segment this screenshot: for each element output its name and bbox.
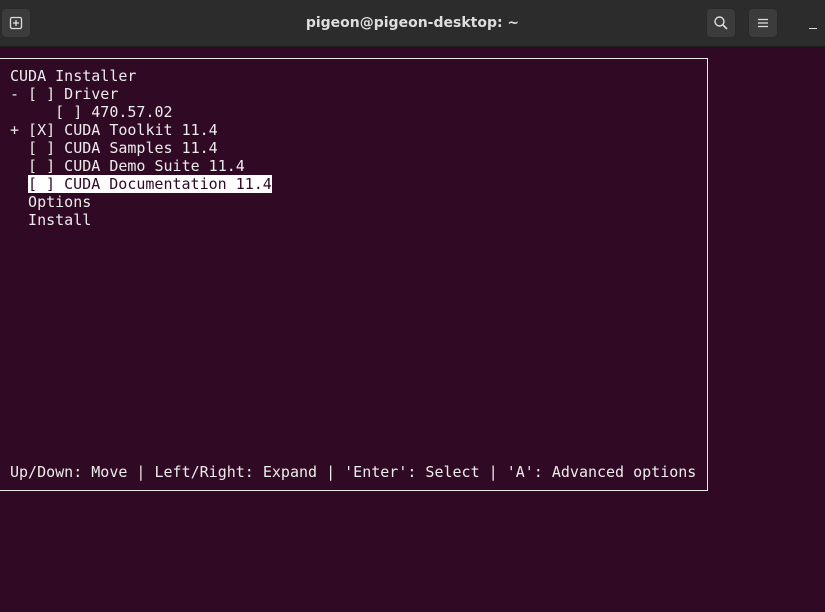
- menu-item-driver[interactable]: - [ ] Driver: [10, 85, 118, 103]
- menu-item-options[interactable]: Options: [10, 193, 91, 211]
- menu-item-cuda-samples[interactable]: [ ] CUDA Samples 11.4: [10, 139, 218, 157]
- menu-item-cuda-documentation[interactable]: [ ] CUDA Documentation 11.4: [28, 175, 272, 193]
- search-button[interactable]: [706, 8, 736, 38]
- menu-item-driver-version[interactable]: [ ] 470.57.02: [10, 103, 172, 121]
- menu-button[interactable]: [748, 8, 778, 38]
- help-bar: Up/Down: Move | Left/Right: Expand | 'En…: [10, 463, 697, 481]
- menu-item-install[interactable]: Install: [10, 211, 91, 229]
- window-titlebar: pigeon@pigeon-desktop: ~: [0, 0, 825, 47]
- minimize-icon: [809, 28, 817, 29]
- hamburger-menu-icon: [758, 18, 768, 28]
- minimize-button[interactable]: [804, 14, 822, 32]
- window-title: pigeon@pigeon-desktop: ~: [305, 15, 520, 31]
- search-icon: [714, 16, 728, 30]
- menu-item-cuda-demo-suite[interactable]: [ ] CUDA Demo Suite 11.4: [10, 157, 245, 175]
- installer-heading: CUDA Installer: [10, 67, 137, 85]
- menu-item-cuda-toolkit[interactable]: + [X] CUDA Toolkit 11.4: [10, 121, 218, 139]
